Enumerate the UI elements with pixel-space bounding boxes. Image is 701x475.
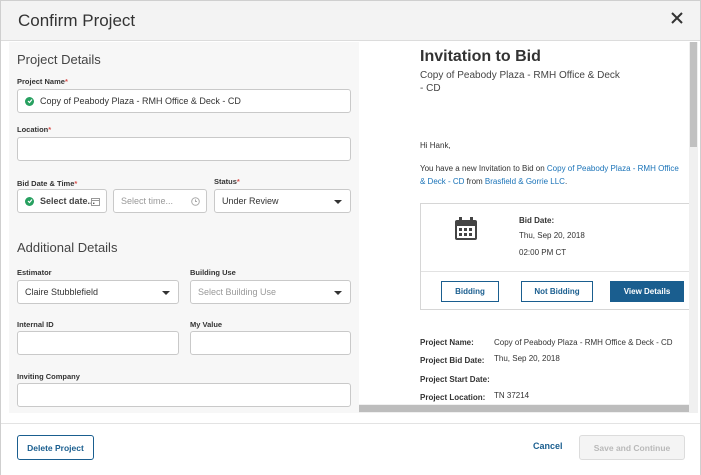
view-details-button[interactable]: View Details [610, 281, 684, 302]
preview-vertical-scrollbar[interactable] [689, 42, 698, 413]
vertical-scroll-thumb[interactable] [690, 42, 697, 147]
project-name-value: Copy of Peabody Plaza - RMH Office & Dec… [40, 96, 241, 106]
bid-date-label: Bid Date: [519, 216, 555, 225]
internal-id-input[interactable] [17, 331, 179, 355]
card-divider [421, 271, 689, 272]
project-bid-date-value: Thu, Sep 20, 2018 [494, 354, 560, 363]
bidding-button[interactable]: Bidding [441, 281, 499, 302]
status-label: Status* [214, 177, 240, 186]
project-start-date-label: Project Start Date: [420, 375, 490, 384]
company-link[interactable]: Brasfield & Gorrie LLC [485, 177, 565, 186]
close-button[interactable] [670, 11, 686, 27]
inviting-company-label: Inviting Company [17, 372, 80, 381]
project-form: Project Details Project Name* Copy of Pe… [9, 42, 359, 413]
preview-horizontal-scrollbar[interactable] [359, 404, 689, 413]
bid-date-input[interactable]: Select date... [17, 189, 107, 213]
bid-time-placeholder: Select time... [121, 196, 174, 206]
modal-title: Confirm Project [18, 11, 136, 30]
additional-details-heading: Additional Details [17, 240, 118, 255]
status-value: Under Review [222, 196, 279, 206]
bid-time-value: 02:00 PM CT [519, 248, 567, 257]
clock-icon [191, 197, 200, 206]
estimator-value: Claire Stubblefield [25, 287, 99, 297]
invitation-title: Invitation to Bid [420, 48, 541, 65]
location-label: Location* [17, 125, 52, 134]
estimator-select[interactable]: Claire Stubblefield [17, 280, 179, 304]
cancel-button[interactable]: Cancel [533, 441, 563, 451]
check-circle-icon [25, 196, 34, 206]
location-input[interactable] [17, 137, 351, 161]
project-location-value: TN 37214 [494, 391, 530, 400]
project-name-label: Project Name* [17, 77, 68, 86]
project-details-heading: Project Details [17, 52, 101, 67]
building-use-placeholder: Select Building Use [198, 287, 277, 297]
invitation-subtitle: Copy of Peabody Plaza - RMH Office & Dec… [420, 70, 620, 94]
calendar-icon [91, 198, 100, 206]
project-name-input[interactable]: Copy of Peabody Plaza - RMH Office & Dec… [17, 89, 351, 113]
chevron-down-icon [334, 200, 342, 204]
internal-id-label: Internal ID [17, 320, 54, 329]
project-name-detail-label: Project Name: [420, 338, 474, 347]
chevron-down-icon [334, 291, 342, 295]
building-use-select[interactable]: Select Building Use [190, 280, 351, 304]
greeting: Hi Hank, [420, 141, 451, 150]
horizontal-scroll-thumb[interactable] [359, 405, 689, 412]
delete-project-button[interactable]: Delete Project [17, 435, 94, 460]
my-value-label: My Value [190, 320, 223, 329]
bid-date-time-label: Bid Date & Time* [17, 179, 78, 188]
modal-header: Confirm Project [1, 1, 700, 41]
chevron-down-icon [162, 291, 170, 295]
project-name-detail-value: Copy of Peabody Plaza - RMH Office & Dec… [494, 338, 673, 347]
status-select[interactable]: Under Review [214, 189, 351, 213]
inviting-company-input[interactable] [17, 383, 351, 407]
bid-date-value: Thu, Sep 20, 2018 [519, 231, 585, 240]
save-and-continue-button[interactable]: Save and Continue [579, 435, 685, 460]
building-use-label: Building Use [190, 268, 236, 277]
check-circle-icon [25, 96, 34, 106]
project-location-label: Project Location: [420, 393, 486, 402]
not-bidding-button[interactable]: Not Bidding [521, 281, 593, 302]
project-bid-date-label: Project Bid Date: [420, 356, 485, 365]
my-value-input[interactable] [190, 331, 351, 355]
estimator-label: Estimator [17, 268, 52, 277]
confirm-project-modal: Confirm Project Project Details Project … [0, 0, 701, 475]
modal-footer: Delete Project Cancel Save and Continue [1, 423, 700, 475]
close-icon [671, 12, 683, 24]
bid-time-input[interactable]: Select time... [113, 189, 207, 213]
invitation-preview: Invitation to Bid Copy of Peabody Plaza … [359, 42, 689, 413]
bid-date-placeholder: Select date... [40, 196, 96, 206]
calendar-icon [455, 217, 477, 240]
invitation-message: You have a new Invitation to Bid on Copy… [420, 164, 679, 186]
bid-date-card: Bid Date: Thu, Sep 20, 2018 02:00 PM CT … [420, 203, 689, 310]
